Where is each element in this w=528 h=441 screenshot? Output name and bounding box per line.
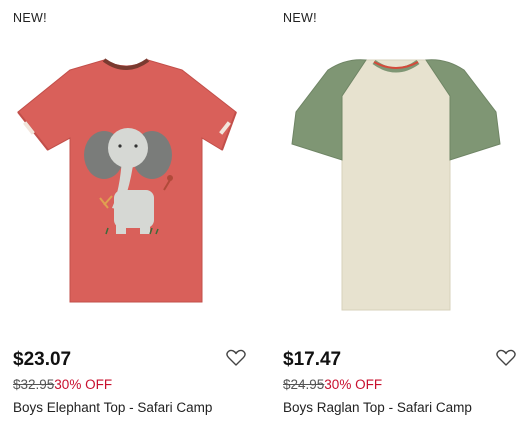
product-image-elephant-tee[interactable] — [0, 40, 250, 330]
price-details: $24.9530% OFF — [283, 377, 382, 392]
heart-outline-icon[interactable] — [496, 349, 516, 367]
discount-label: 30% OFF — [54, 377, 113, 392]
product-card[interactable]: NEW! $23.07 $32.9530% OFF Boys Elephant … — [0, 0, 250, 441]
new-badge: NEW! — [283, 11, 317, 25]
discount-label: 30% OFF — [324, 377, 383, 392]
product-card[interactable]: NEW! $17.47 $24.9530% OFF Boys Raglan To… — [270, 0, 520, 441]
product-title[interactable]: Boys Elephant Top - Safari Camp — [13, 400, 212, 415]
elephant-tee-graphic — [17, 58, 237, 303]
sale-price: $17.47 — [283, 349, 342, 370]
product-image-raglan-tee[interactable] — [270, 40, 520, 330]
raglan-tee-graphic — [291, 59, 501, 311]
original-price: $24.95 — [283, 377, 325, 392]
heart-outline-icon[interactable] — [226, 349, 246, 367]
new-badge: NEW! — [13, 11, 47, 25]
sale-price: $23.07 — [13, 349, 72, 370]
product-title[interactable]: Boys Raglan Top - Safari Camp — [283, 400, 472, 415]
original-price: $32.95 — [13, 377, 55, 392]
product-grid: NEW! $23.07 $32.9530% OFF Boys Elephant … — [0, 0, 528, 441]
price-details: $32.9530% OFF — [13, 377, 112, 392]
